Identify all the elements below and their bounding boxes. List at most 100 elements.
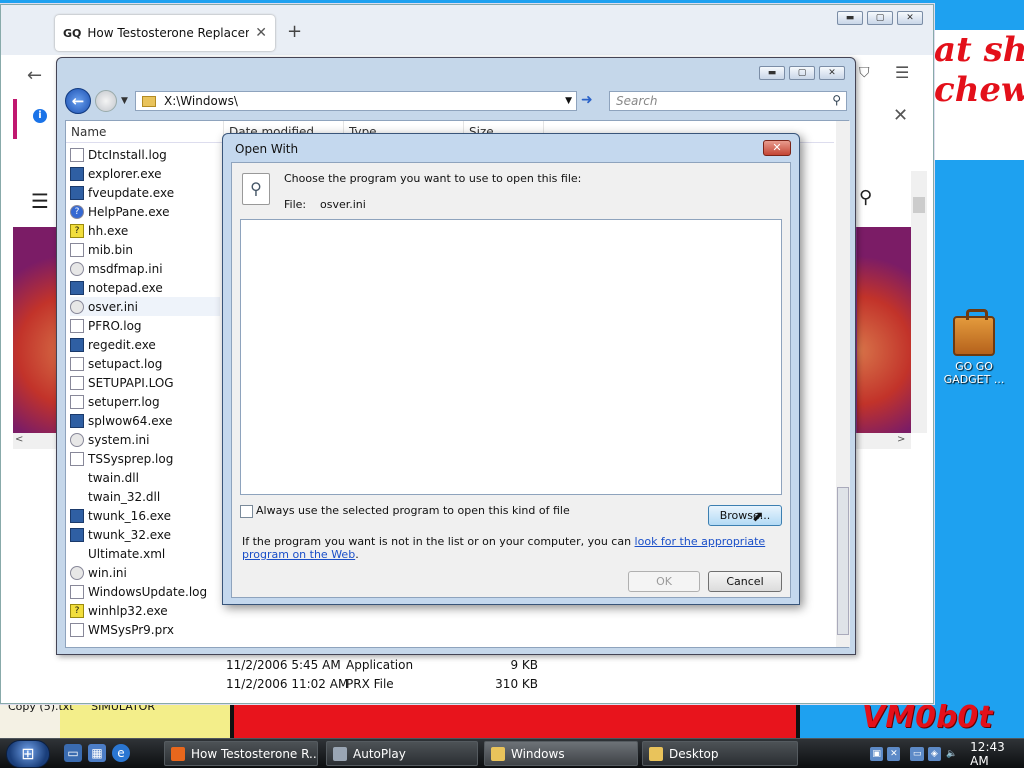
file-name: regedit.exe (88, 337, 156, 352)
browser-tab[interactable]: GQ How Testosterone Replacement ✕ (55, 15, 275, 51)
explorer-close-button[interactable]: ✕ (819, 66, 845, 80)
scroll-left-icon[interactable]: < (15, 434, 23, 445)
list-item[interactable]: setupact.log (70, 354, 220, 373)
file-name: Ultimate.xml (88, 546, 166, 561)
list-item[interactable]: twunk_32.exe (70, 525, 220, 544)
document-icon (70, 356, 84, 371)
clock[interactable]: 12:43 AM (970, 740, 1024, 768)
start-button[interactable]: ⊞ (6, 740, 50, 768)
explorer-maximize-button[interactable]: ▢ (789, 66, 815, 80)
settings-file-icon (70, 299, 84, 314)
scroll-right-icon[interactable]: > (897, 434, 905, 445)
cell-size: 9 KB (510, 658, 538, 672)
pocket-icon[interactable]: ⛉ (859, 65, 870, 81)
list-item[interactable]: ? hh.exe (70, 221, 220, 240)
list-item[interactable]: mib.bin (70, 240, 220, 259)
always-use-label[interactable]: Always use the selected program to open … (256, 504, 570, 517)
back-arrow-icon[interactable]: ← (27, 65, 42, 86)
search-input[interactable]: Search ⚲ (609, 91, 847, 111)
blank-file-icon (70, 547, 84, 561)
document-icon (70, 451, 84, 466)
list-item[interactable]: msdfmap.ini (70, 259, 220, 278)
explorer-minimize-button[interactable]: ▬ (759, 66, 785, 80)
taskbar-button[interactable]: Desktop (642, 741, 798, 766)
hamburger-menu-icon[interactable]: ☰ (895, 63, 909, 82)
list-item[interactable]: fveupdate.exe (70, 183, 220, 202)
tab-close-icon[interactable]: ✕ (255, 25, 267, 41)
list-item[interactable]: osver.ini (70, 297, 220, 316)
explorer-vertical-scrollbar[interactable] (836, 121, 850, 647)
folder-icon (142, 95, 156, 107)
column-header-name[interactable]: Name (66, 121, 224, 142)
always-use-checkbox[interactable] (240, 505, 253, 518)
list-item[interactable]: explorer.exe (70, 164, 220, 183)
cell-date: 11/2/2006 11:02 AM (226, 677, 349, 691)
address-bar[interactable]: X:\Windows\ ▼ (135, 91, 577, 111)
firefox-close-button[interactable]: ✕ (897, 11, 923, 25)
volume-muted-icon[interactable]: 🔈 (945, 747, 958, 761)
file-name: system.ini (88, 432, 150, 447)
switch-windows-icon[interactable]: ▦ (88, 744, 106, 762)
firefox-maximize-button[interactable]: ▢ (867, 11, 893, 25)
forward-button[interactable] (95, 90, 117, 112)
new-tab-button[interactable]: + (287, 21, 302, 42)
list-item[interactable]: SETUPAPI.LOG (70, 373, 220, 392)
info-icon: i (33, 109, 47, 123)
site-menu-icon[interactable]: ☰ (31, 189, 49, 213)
firefox-minimize-button[interactable]: ▬ (837, 11, 863, 25)
file-name: twunk_16.exe (88, 508, 172, 523)
list-item[interactable]: splwow64.exe (70, 411, 220, 430)
list-item[interactable]: notepad.exe (70, 278, 220, 297)
program-list[interactable] (240, 219, 782, 495)
show-desktop-icon[interactable]: ▭ (64, 744, 82, 762)
dialog-close-button[interactable]: ✕ (763, 140, 791, 156)
site-search-icon[interactable]: ⚲ (859, 187, 872, 208)
taskbar-button[interactable]: AutoPlay (326, 741, 478, 766)
file-name: HelpPane.exe (88, 204, 170, 219)
recent-pages-dropdown-icon[interactable]: ▼ (121, 96, 128, 106)
page-vertical-scrollbar[interactable] (911, 171, 927, 433)
ok-button[interactable]: OK (628, 571, 700, 592)
monitor-icon[interactable]: ▭ (910, 746, 924, 761)
application-icon (70, 280, 84, 295)
desktop-icon-gadget[interactable]: GO GO GADGET ... (940, 309, 1008, 386)
infobar-close-icon[interactable]: ✕ (893, 105, 908, 126)
shield-icon[interactable]: ◈ (927, 746, 941, 761)
list-item[interactable]: WindowsUpdate.log (70, 582, 220, 601)
taskbar-button[interactable]: Windows (484, 741, 638, 766)
list-item[interactable]: twain.dll (70, 468, 220, 487)
table-row[interactable]: 11/2/2006 5:45 AM Application 9 KB (226, 658, 606, 677)
scrollbar-thumb[interactable] (913, 197, 925, 213)
list-item[interactable]: WMSysPr9.prx (70, 620, 220, 639)
application-icon (70, 185, 84, 200)
list-item[interactable]: win.ini (70, 563, 220, 582)
back-button[interactable]: ← (65, 88, 91, 114)
taskbar-button[interactable]: How Testosterone R... (164, 741, 318, 766)
briefcase-icon (953, 309, 995, 356)
windows-flag-icon[interactable]: ✕ (887, 746, 901, 761)
browse-button[interactable]: Browse... (708, 505, 782, 526)
list-item[interactable]: setuperr.log (70, 392, 220, 411)
cancel-button[interactable]: Cancel (708, 571, 782, 592)
network-icon[interactable]: ▣ (870, 746, 884, 761)
list-item[interactable]: DtcInstall.log (70, 145, 220, 164)
scrollbar-thumb[interactable] (837, 487, 849, 635)
list-item[interactable]: twain_32.dll (70, 487, 220, 506)
list-item[interactable]: TSSysprep.log (70, 449, 220, 468)
list-item[interactable]: ? winhlp32.exe (70, 601, 220, 620)
list-item[interactable]: system.ini (70, 430, 220, 449)
table-row[interactable]: 11/2/2006 11:02 AM PRX File 310 KB (226, 677, 606, 696)
address-dropdown-icon[interactable]: ▼ (565, 96, 572, 106)
list-item[interactable]: ? HelpPane.exe (70, 202, 220, 221)
list-item[interactable]: regedit.exe (70, 335, 220, 354)
list-item[interactable]: Ultimate.xml (70, 544, 220, 563)
search-icon[interactable]: ⚲ (832, 93, 841, 107)
go-arrow-icon[interactable]: ➜ (581, 92, 593, 108)
list-item[interactable]: twunk_16.exe (70, 506, 220, 525)
internet-explorer-icon[interactable]: e (112, 744, 130, 762)
address-path: X:\Windows\ (164, 94, 238, 108)
help-file-icon: ? (70, 603, 84, 618)
list-item[interactable]: PFRO.log (70, 316, 220, 335)
cell-type: Application (346, 658, 414, 672)
desktop-meme-image: at shit chew (934, 30, 1024, 160)
